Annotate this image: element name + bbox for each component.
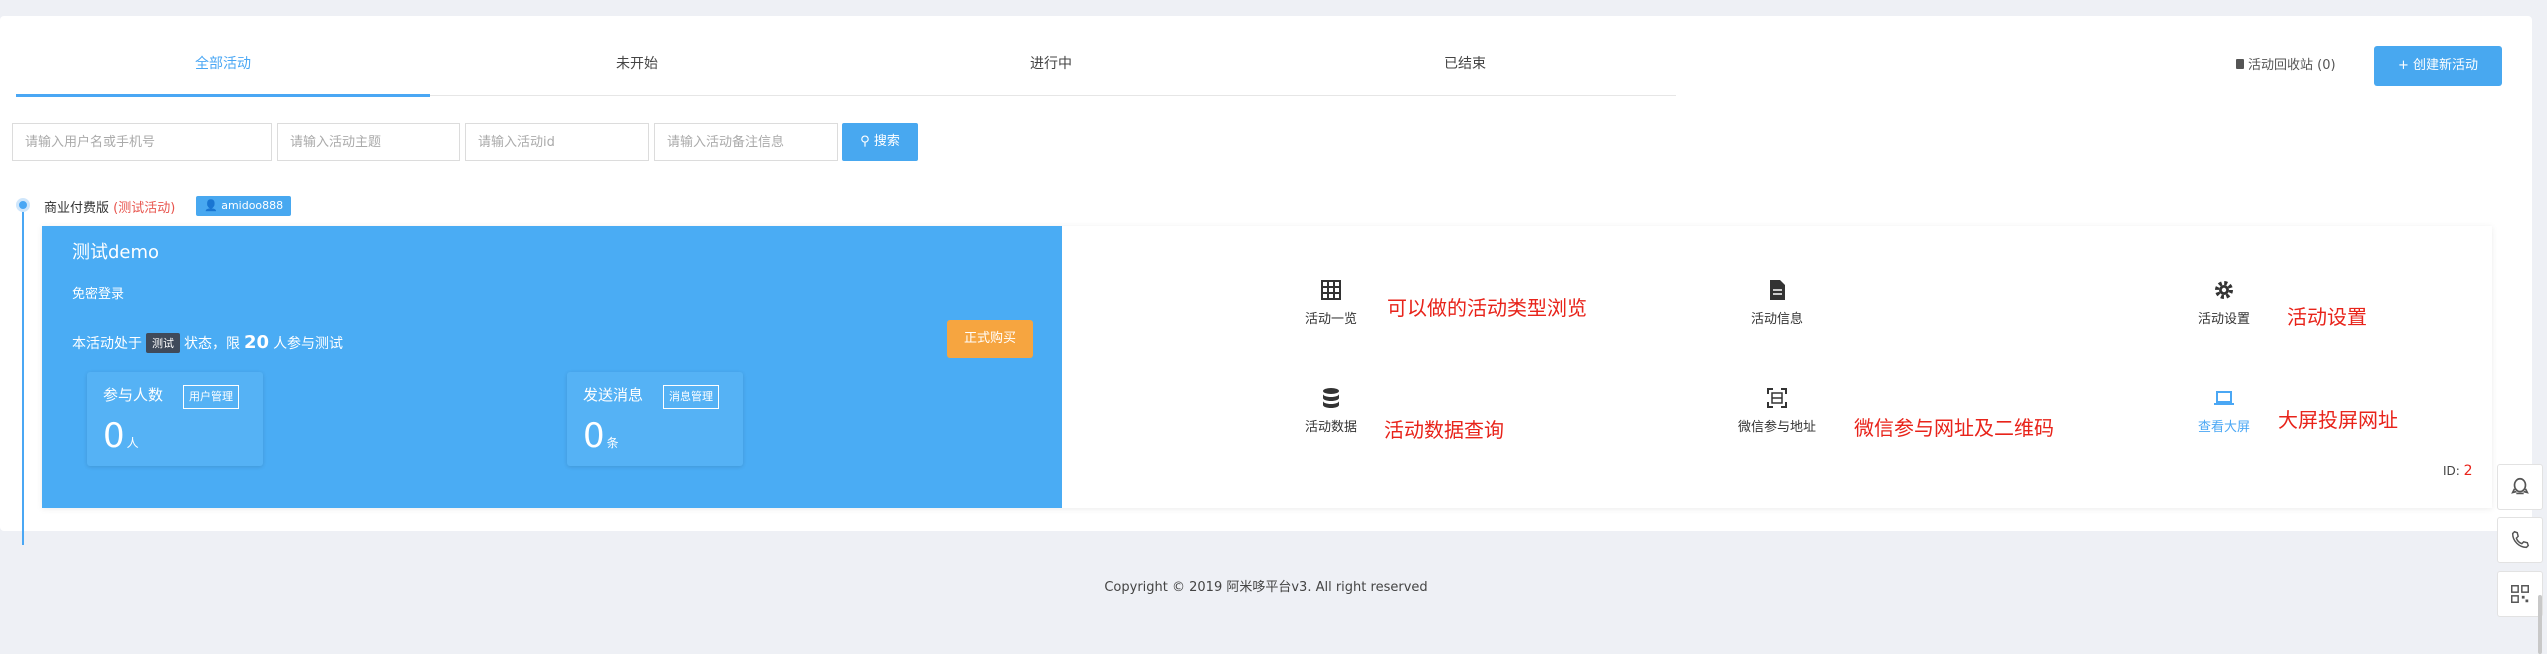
edition-label: 商业付费版 (测试活动) bbox=[44, 197, 175, 216]
tab-not-started[interactable]: 未开始 bbox=[430, 32, 844, 96]
edition-name: 商业付费版 bbox=[44, 201, 110, 216]
activity-card: 测试demo 免密登录 本活动处于 测试 状态，限 20 人参与测试 正式购买 … bbox=[42, 226, 2492, 508]
status-prefix: 本活动处于 bbox=[72, 335, 142, 352]
annotation-settings: 活动设置 bbox=[2287, 305, 2367, 329]
timeline-line bbox=[22, 208, 24, 545]
activity-data-action[interactable]: 活动数据 bbox=[1281, 386, 1381, 435]
qrcode-icon bbox=[2511, 585, 2529, 603]
messages-number: 0 bbox=[583, 416, 605, 456]
activity-data-label: 活动数据 bbox=[1304, 420, 1357, 435]
activity-settings-label: 活动设置 bbox=[2197, 312, 2250, 327]
buy-button[interactable]: 正式购买 bbox=[947, 320, 1033, 358]
search-button-label: 搜索 bbox=[873, 134, 900, 149]
phone-support-button[interactable] bbox=[2497, 517, 2543, 563]
annotation-overview: 可以做的活动类型浏览 bbox=[1387, 296, 1587, 320]
big-screen-action[interactable]: 查看大屏 bbox=[2174, 386, 2274, 435]
messages-label: 发送消息 bbox=[583, 386, 644, 404]
annotation-screen: 大屏投屏网址 bbox=[2278, 408, 2398, 432]
main-panel: 全部活动 未开始 进行中 已结束 活动回收站 (0) + 创建新活动 ⚲ 搜索 … bbox=[0, 16, 2532, 545]
login-mode: 免密登录 bbox=[72, 287, 125, 302]
wechat-url-action[interactable]: 微信参与地址 bbox=[1727, 386, 1827, 435]
activity-settings-action[interactable]: 活动设置 bbox=[2174, 278, 2274, 327]
activity-overview-action[interactable]: 活动一览 bbox=[1281, 278, 1381, 327]
id-search-input[interactable] bbox=[465, 123, 649, 161]
activity-id-label: ID: bbox=[2443, 464, 2460, 478]
user-management-button[interactable]: 用户管理 bbox=[183, 385, 239, 409]
user-name: amidoo888 bbox=[221, 199, 284, 212]
wechat-url-label: 微信参与地址 bbox=[1737, 420, 1816, 435]
user-search-input[interactable] bbox=[12, 123, 272, 161]
participants-number: 0 bbox=[103, 416, 125, 456]
timeline-dot bbox=[16, 198, 30, 212]
recycle-bin-link[interactable]: 活动回收站 (0) bbox=[2236, 54, 2336, 73]
status-tabs: 全部活动 未开始 进行中 已结束 bbox=[16, 32, 1676, 97]
status-mid: 状态，限 bbox=[184, 335, 240, 352]
user-icon: 👤 bbox=[204, 199, 222, 212]
big-screen-label: 查看大屏 bbox=[2197, 420, 2250, 435]
database-icon bbox=[1323, 388, 1339, 408]
search-icon: ⚲ bbox=[860, 134, 874, 149]
messages-value: 0条 bbox=[583, 416, 619, 456]
message-management-button[interactable]: 消息管理 bbox=[663, 385, 719, 409]
participants-value: 0人 bbox=[103, 416, 139, 456]
gear-icon bbox=[2215, 281, 2233, 299]
phone-icon bbox=[2511, 530, 2530, 549]
edition-test-tag: (测试活动) bbox=[113, 201, 176, 216]
tab-in-progress[interactable]: 进行中 bbox=[844, 32, 1258, 96]
participants-label: 参与人数 bbox=[103, 386, 164, 404]
footer-copyright: Copyright © 2019 阿米哆平台v3. All right rese… bbox=[1104, 580, 1428, 595]
activity-info-label: 活动信息 bbox=[1750, 312, 1803, 327]
create-activity-button[interactable]: + 创建新活动 bbox=[2374, 46, 2502, 86]
activity-info-action[interactable]: 活动信息 bbox=[1727, 278, 1827, 327]
activity-summary: 测试demo 免密登录 本活动处于 测试 状态，限 20 人参与测试 正式购买 … bbox=[42, 226, 1062, 508]
qq-icon bbox=[2511, 477, 2529, 495]
trash-icon bbox=[2236, 58, 2244, 69]
recycle-bin-label: 活动回收站 (0) bbox=[2248, 58, 2336, 73]
status-line: 本活动处于 测试 状态，限 20 人参与测试 bbox=[72, 332, 343, 353]
messages-unit: 条 bbox=[606, 436, 619, 450]
tab-ended[interactable]: 已结束 bbox=[1258, 32, 1672, 96]
grid-icon bbox=[1321, 280, 1341, 300]
status-badge: 测试 bbox=[146, 332, 180, 353]
messages-stat: 发送消息 消息管理 0条 bbox=[567, 372, 743, 466]
theme-search-input[interactable] bbox=[277, 123, 460, 161]
participants-stat: 参与人数 用户管理 0人 bbox=[87, 372, 263, 466]
status-suffix: 人参与测试 bbox=[273, 335, 344, 352]
page-scrollbar[interactable] bbox=[2538, 595, 2542, 654]
tab-all[interactable]: 全部活动 bbox=[16, 32, 430, 97]
annotation-wechat: 微信参与网址及二维码 bbox=[1854, 416, 2054, 440]
qr-scan-icon bbox=[1767, 388, 1787, 408]
annotation-data: 活动数据查询 bbox=[1384, 418, 1504, 442]
participant-limit: 20 bbox=[244, 332, 270, 353]
laptop-icon bbox=[2214, 391, 2234, 405]
activity-title: 测试demo bbox=[72, 242, 160, 263]
qq-support-button[interactable] bbox=[2497, 464, 2543, 510]
participants-unit: 人 bbox=[126, 436, 139, 450]
document-icon bbox=[1770, 280, 1785, 300]
activity-overview-label: 活动一览 bbox=[1304, 312, 1357, 327]
qrcode-button[interactable] bbox=[2497, 571, 2543, 617]
activity-id-value: 2 bbox=[2463, 463, 2473, 479]
user-badge: 👤 amidoo888 bbox=[196, 196, 292, 216]
activity-id: ID: 2 bbox=[2443, 463, 2473, 479]
search-button[interactable]: ⚲ 搜索 bbox=[842, 123, 918, 161]
note-search-input[interactable] bbox=[654, 123, 838, 161]
